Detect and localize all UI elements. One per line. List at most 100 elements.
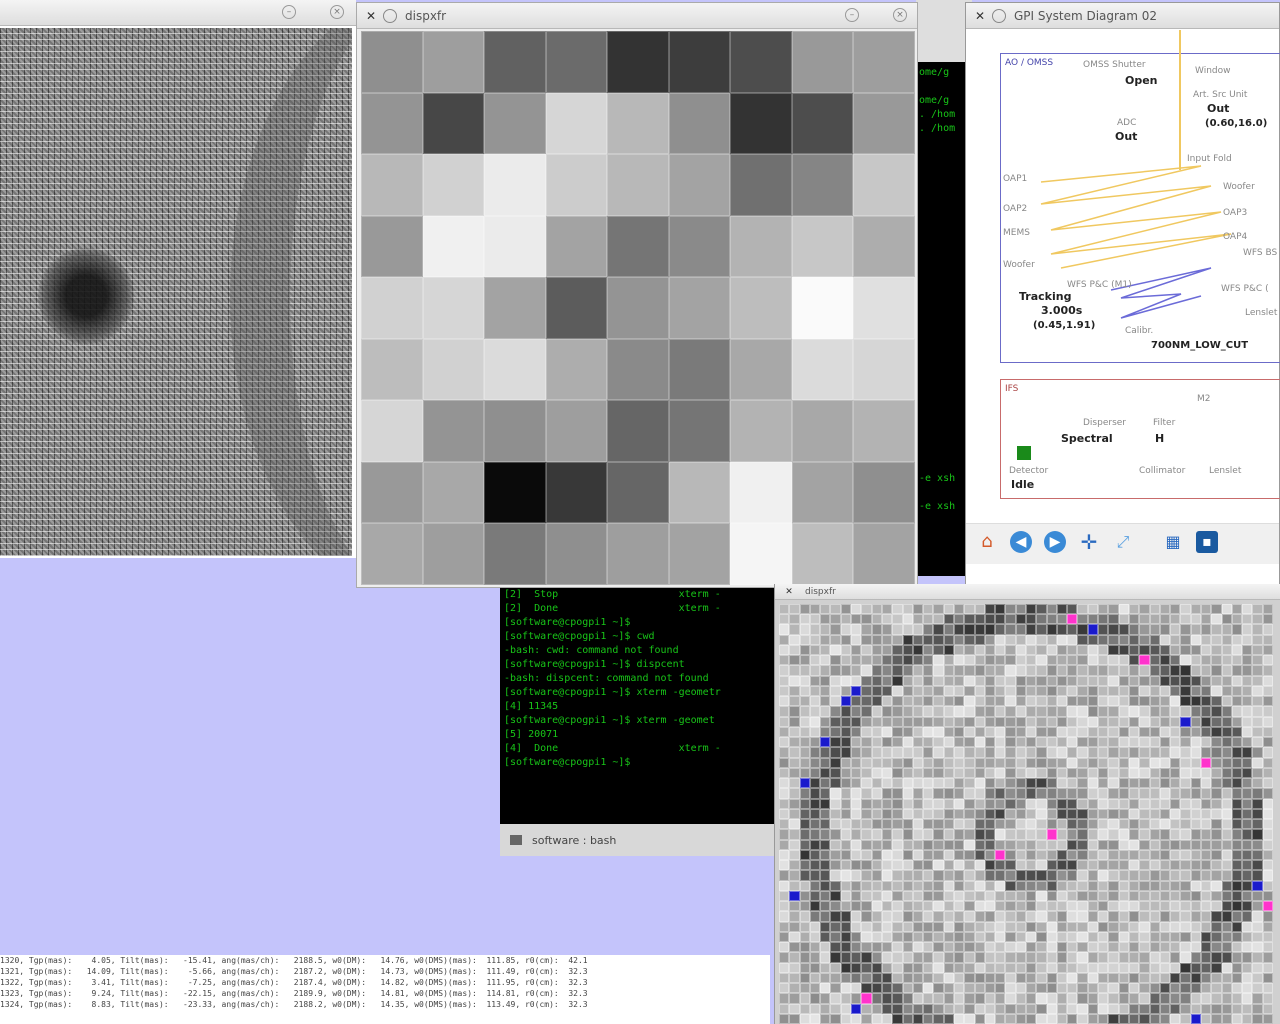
terminal-window[interactable]: [2] Stop xterm - [2] Done xterm - [softwar… <box>500 588 774 856</box>
background-terminal[interactable]: ome/g ome/g. /hom. /hom -e xsh -e xsh <box>916 0 972 576</box>
wfs-cell <box>1067 849 1078 861</box>
wfs-cell <box>799 829 810 840</box>
pixel-grid[interactable] <box>361 31 915 585</box>
wfs-cell <box>984 962 996 973</box>
pixel-cell <box>607 277 669 339</box>
wfs-cell <box>809 880 821 891</box>
wfs-cell <box>1159 706 1171 717</box>
tracking-value[interactable]: 3.000s <box>1041 304 1082 317</box>
wfs-cell <box>1242 675 1253 686</box>
wfs-cell <box>799 788 810 799</box>
wfs-cell <box>953 911 965 922</box>
wfs-cell <box>923 644 934 656</box>
wfs-cell <box>1036 870 1047 881</box>
wfs-cell <box>995 675 1006 686</box>
wfs-cell <box>1046 849 1057 861</box>
wfs-cell <box>861 757 872 768</box>
detector-value[interactable]: Idle <box>1011 478 1034 491</box>
wfs-cell <box>1087 942 1099 953</box>
wfs-cell <box>851 911 862 922</box>
wfs-cell <box>1139 962 1150 973</box>
wavefront-image[interactable] <box>0 28 352 556</box>
zoom-icon[interactable]: ⤢ <box>1112 531 1134 553</box>
wfs-cell <box>871 655 882 666</box>
wfs-cell <box>1170 901 1181 912</box>
wfs-cell <box>974 655 985 666</box>
home-icon[interactable]: ⌂ <box>976 531 998 553</box>
wfs-cell <box>1211 931 1222 943</box>
wfs-cell <box>881 942 893 953</box>
wfs-cell <box>1149 1013 1160 1024</box>
wfs-cell <box>1190 614 1201 625</box>
gpi-titlebar[interactable]: ✕ GPI System Diagram 02 <box>966 3 1279 29</box>
wfs-cell <box>1231 614 1243 625</box>
disperser-value[interactable]: Spectral <box>1061 432 1113 445</box>
wfs-cell <box>1108 880 1119 891</box>
forward-icon[interactable]: ▶ <box>1044 531 1066 553</box>
wfs-cell <box>984 983 996 994</box>
wfs-cell <box>1149 911 1160 922</box>
wfs-cell <box>1128 860 1140 871</box>
wfs-cell <box>943 614 954 625</box>
wfs-cell <box>809 788 821 799</box>
wfs-cell <box>984 696 996 707</box>
wfs-cell <box>1170 839 1181 850</box>
left-image-titlebar[interactable]: – × <box>0 0 356 26</box>
minimize-button[interactable]: – <box>845 8 859 22</box>
wfs-cell <box>1159 644 1171 656</box>
wfs-cell <box>1118 921 1129 932</box>
wfs-cell <box>1067 1003 1078 1014</box>
wfs-cell <box>892 870 903 881</box>
filter-value[interactable]: 700NM_LOW_CUT <box>1151 340 1248 351</box>
terminal-footer[interactable]: software : bash <box>500 824 774 856</box>
wfs-cell <box>953 839 965 850</box>
pixel-cell <box>607 338 669 401</box>
tracking-label: Tracking <box>1019 290 1072 303</box>
wfs-cell <box>830 696 841 707</box>
wfs-cell <box>1026 808 1037 820</box>
wfs-cell <box>1170 921 1181 932</box>
wfs-cell <box>1242 1003 1253 1014</box>
pixel-cell <box>361 215 423 278</box>
pixel-cell <box>361 31 423 93</box>
save-icon[interactable]: ▪ <box>1196 531 1218 553</box>
wfs-cell <box>1087 685 1099 697</box>
terminal-line: -bash: cwd: command not found <box>504 645 679 656</box>
terminal-output[interactable]: [2] Stop xterm - [2] Done xterm - [softwar… <box>504 588 770 818</box>
wfs-cell <box>809 685 821 697</box>
wfs-cell <box>861 808 872 820</box>
disp-titlebar[interactable]: ✕ dispxfr – × <box>357 3 917 29</box>
pixel-cell <box>484 154 546 216</box>
wfs-cell <box>1139 634 1150 645</box>
pan-icon[interactable]: ✛ <box>1078 531 1100 553</box>
wfs-cell <box>1242 1013 1253 1024</box>
wfs-cell <box>974 798 985 809</box>
wfs-cell <box>892 993 903 1004</box>
wfs-cell <box>820 675 831 686</box>
wfs-pixel-grid[interactable] <box>779 604 1273 1024</box>
wfs-cell <box>984 634 996 645</box>
wfs-cell <box>1190 665 1201 676</box>
pixel-cell <box>853 400 915 462</box>
close-button[interactable]: × <box>893 8 907 22</box>
wfs-cell <box>881 737 893 748</box>
close-button[interactable]: × <box>330 5 344 19</box>
ifs-filter-value[interactable]: H <box>1155 432 1164 445</box>
wfs-cell <box>923 931 934 943</box>
wfs-cell <box>1262 1013 1273 1024</box>
wfs-cell <box>861 747 872 758</box>
pixel-cell <box>607 215 669 278</box>
wfs-cell <box>809 716 821 727</box>
config-icon[interactable]: ▦ <box>1162 531 1184 553</box>
wfs-cell <box>789 849 800 861</box>
wfs-cell <box>1139 952 1150 963</box>
wfs-cell <box>923 685 934 697</box>
wfs-cell <box>995 952 1006 963</box>
window-menu-icon[interactable] <box>992 8 1006 23</box>
display-titlebar[interactable]: ✕ dispxfr <box>775 584 1280 600</box>
back-icon[interactable]: ◀ <box>1010 531 1032 553</box>
wfs-cell <box>1200 665 1212 676</box>
window-menu-icon[interactable] <box>383 8 397 23</box>
wfs-cell <box>1067 778 1078 789</box>
minimize-button[interactable]: – <box>282 5 296 19</box>
